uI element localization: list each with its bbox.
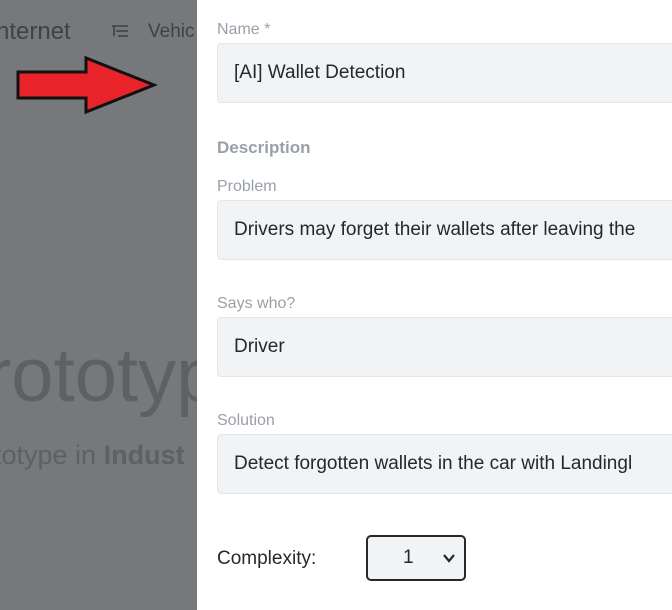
nav-item-vehicle[interactable]: Vehic xyxy=(148,21,194,43)
complexity-value: 1 xyxy=(403,547,414,568)
hero-subtitle: totype in Indust xyxy=(0,440,185,470)
name-field[interactable]: [AI] Wallet Detection xyxy=(217,43,672,103)
problem-label: Problem xyxy=(217,178,277,195)
nav-partial-text: nternet xyxy=(0,18,71,45)
solution-field[interactable]: Detect forgotten wallets in the car with… xyxy=(217,434,672,494)
complexity-select[interactable]: 1 xyxy=(366,535,466,581)
side-panel: Name * [AI] Wallet Detection Description… xyxy=(197,0,672,610)
name-label: Name * xyxy=(217,21,271,38)
right-arrow-icon xyxy=(16,55,158,115)
problem-field[interactable]: Drivers may forget their wallets after l… xyxy=(217,200,672,260)
says-who-label: Says who? xyxy=(217,295,296,312)
chevron-down-icon xyxy=(443,554,455,563)
list-icon xyxy=(112,25,128,37)
complexity-label: Complexity: xyxy=(217,548,317,569)
description-heading: Description xyxy=(217,138,311,157)
says-who-field[interactable]: Driver xyxy=(217,317,672,377)
solution-label: Solution xyxy=(217,412,275,429)
hero-title: rototyp xyxy=(0,333,219,418)
